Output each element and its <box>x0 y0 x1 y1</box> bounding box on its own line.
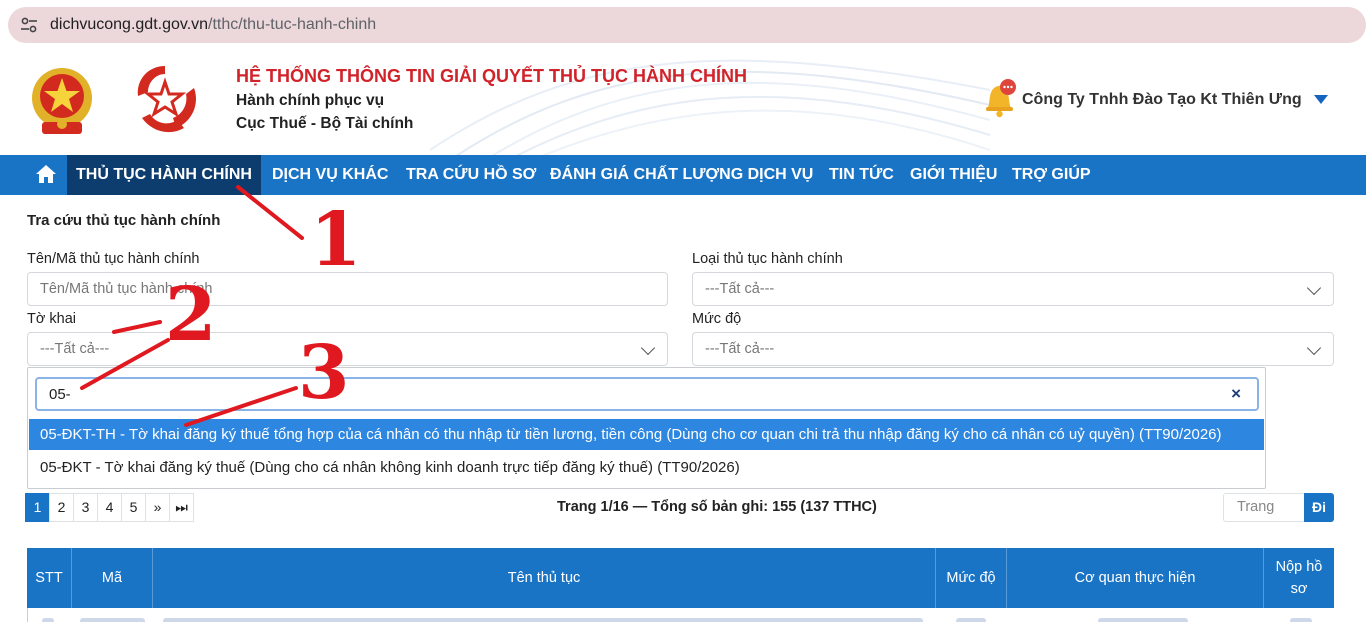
nav-item-gioi-thieu[interactable]: GIỚI THIỆU <box>901 155 1006 195</box>
name-code-label: Tên/Mã thủ tục hành chính <box>27 251 200 267</box>
chevron-down-icon <box>1306 340 1322 356</box>
level-select[interactable]: ---Tất cả--- <box>692 332 1334 366</box>
col-header-ten-thu-tuc: Tên thủ tục <box>153 548 936 608</box>
annotation-arrow <box>112 320 162 334</box>
nav-item-danh-gia-chat-luong[interactable]: ĐÁNH GIÁ CHẤT LƯỢNG DỊCH VỤ <box>541 155 822 195</box>
cell-partial <box>1098 618 1188 622</box>
chevron-down-icon <box>640 340 656 356</box>
browser-address-bar: dichvucong.gdt.gov.vn/tthc/thu-tuc-hanh-… <box>0 0 1366 50</box>
cell-partial <box>1290 618 1312 622</box>
annotation-marker-1: 1 <box>310 197 362 283</box>
cell-partial <box>80 618 145 622</box>
procedures-table: STT Mã Tên thủ tục Mức độ Cơ quan thực h… <box>27 548 1334 622</box>
procedure-type-value: ---Tất cả--- <box>705 281 775 297</box>
dropdown-option[interactable]: 05-ĐKT-TH - Tờ khai đăng ký thuế tổng hợ… <box>29 419 1264 450</box>
pagination: 1 2 3 4 5 » ⏭ <box>25 493 194 522</box>
system-subtitle: Hành chính phục vụ <box>236 92 385 109</box>
page-button-2[interactable]: 2 <box>49 493 74 522</box>
goto-page-button[interactable]: Đi <box>1304 493 1334 522</box>
clear-icon[interactable]: × <box>1231 384 1241 404</box>
nav-item-tin-tuc[interactable]: TIN TỨC <box>820 155 903 195</box>
next-page-button[interactable]: » <box>145 493 170 522</box>
procedure-type-select[interactable]: ---Tất cả--- <box>692 272 1334 306</box>
cell-partial <box>956 618 986 622</box>
table-header: STT Mã Tên thủ tục Mức độ Cơ quan thực h… <box>27 548 1334 608</box>
user-account-name[interactable]: Công Ty Tnhh Đào Tạo Kt Thiên Ưng <box>1022 91 1302 109</box>
tax-form-label: Tờ khai <box>27 311 76 327</box>
dropdown-search-value: 05- <box>49 386 71 403</box>
procedure-type-label: Loại thủ tục hành chính <box>692 251 843 267</box>
page-button-5[interactable]: 5 <box>121 493 146 522</box>
dropdown-search-input[interactable]: 05- × <box>35 377 1259 411</box>
pagination-info: Trang 1/16 — Tổng số bản ghi: 155 (137 T… <box>557 499 877 515</box>
last-page-button[interactable]: ⏭ <box>169 493 194 522</box>
page-button-4[interactable]: 4 <box>97 493 122 522</box>
chevron-down-icon <box>1306 280 1322 296</box>
level-value: ---Tất cả--- <box>705 341 775 357</box>
name-code-input[interactable]: Tên/Mã thủ tục hành chính <box>27 272 668 306</box>
tax-form-select[interactable]: ---Tất cả--- <box>27 332 668 366</box>
notification-bell-icon[interactable] <box>980 78 1018 118</box>
agency-name: Cục Thuế - Bộ Tài chính <box>236 115 414 132</box>
system-title: HỆ THỐNG THÔNG TIN GIẢI QUYẾT THỦ TỤC HÀ… <box>236 66 747 86</box>
tax-form-value: ---Tất cả--- <box>40 341 110 357</box>
tax-logo-icon <box>137 66 196 133</box>
dropdown-option[interactable]: 05-ĐKT - Tờ khai đăng ký thuế (Dùng cho … <box>29 452 1264 483</box>
level-label: Mức độ <box>692 311 742 327</box>
col-header-muc-do: Mức độ <box>936 548 1007 608</box>
page-button-1[interactable]: 1 <box>25 493 50 522</box>
col-header-co-quan: Cơ quan thực hiện <box>1007 548 1264 608</box>
section-title: Tra cứu thủ tục hành chính <box>27 212 221 229</box>
national-emblem-icon <box>32 68 92 134</box>
caret-down-icon[interactable] <box>1314 95 1328 104</box>
home-icon[interactable] <box>34 163 58 185</box>
site-header: HỆ THỐNG THÔNG TIN GIẢI QUYẾT THỦ TỤC HÀ… <box>0 50 1366 155</box>
main-navigation: THỦ TỤC HÀNH CHÍNH DỊCH VỤ KHÁC TRA CỨU … <box>0 155 1366 195</box>
goto-page-input[interactable]: Trang <box>1223 493 1305 522</box>
tax-form-dropdown: 05- × 05-ĐKT-TH - Tờ khai đăng ký thuế t… <box>27 367 1266 489</box>
nav-item-thu-tuc-hanh-chinh[interactable]: THỦ TỤC HÀNH CHÍNH <box>67 155 261 195</box>
col-header-ma: Mã <box>72 548 153 608</box>
url-domain: dichvucong.gdt.gov.vn <box>50 16 209 33</box>
nav-item-tro-giup[interactable]: TRỢ GIÚP <box>1003 155 1100 195</box>
cell-partial <box>163 618 923 622</box>
nav-item-tra-cuu-ho-so[interactable]: TRA CỨU HỒ SƠ <box>397 155 545 195</box>
col-header-nop-ho-so: Nộp hồ sơ <box>1275 559 1323 597</box>
page-button-3[interactable]: 3 <box>73 493 98 522</box>
site-settings-icon[interactable] <box>20 17 38 33</box>
nav-item-dich-vu-khac[interactable]: DỊCH VỤ KHÁC <box>263 155 397 195</box>
cell-partial <box>42 618 54 622</box>
url-path: /tthc/thu-tuc-hanh-chinh <box>208 16 377 33</box>
name-code-placeholder: Tên/Mã thủ tục hành chính <box>40 281 213 297</box>
col-header-stt: STT <box>27 548 72 608</box>
table-row[interactable] <box>27 608 1334 622</box>
url-text[interactable]: dichvucong.gdt.gov.vn/tthc/thu-tuc-hanh-… <box>50 16 376 34</box>
